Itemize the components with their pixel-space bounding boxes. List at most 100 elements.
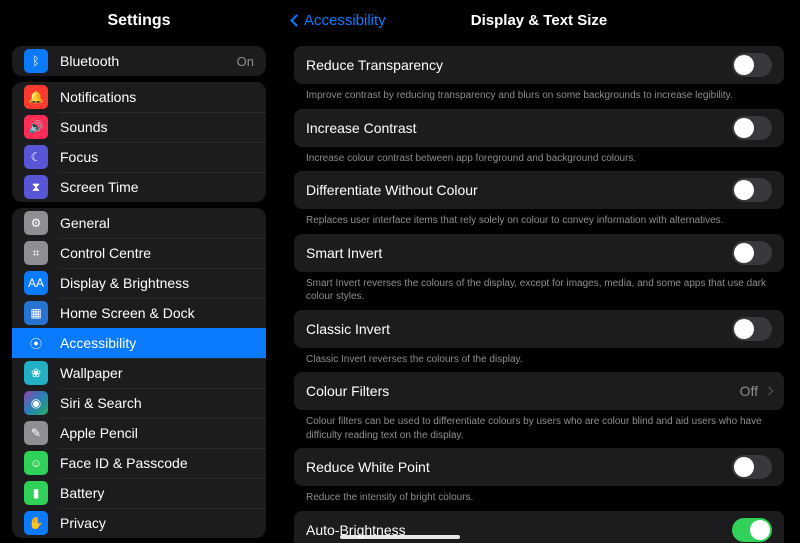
smart-invert-switch[interactable] xyxy=(732,241,772,265)
sidebar-item-general[interactable]: ⚙ General xyxy=(12,208,266,238)
general-icon: ⚙ xyxy=(24,211,48,235)
apple-pencil-icon: ✎ xyxy=(24,421,48,445)
privacy-icon: ✋ xyxy=(24,511,48,535)
auto-brightness-switch[interactable] xyxy=(732,518,772,542)
setting-group-reduce-transparency: Reduce Transparency Improve contrast by r… xyxy=(294,46,784,103)
sidebar-item-siri[interactable]: ◉ Siri & Search xyxy=(12,388,266,418)
sidebar-item-display-brightness[interactable]: AADisplay & Brightness xyxy=(12,268,266,298)
switch-knob xyxy=(734,118,754,138)
switch-knob xyxy=(734,243,754,263)
settings-sidebar: Settings ᛒ Bluetooth On 🔔 Notifications 🔊 Soun… xyxy=(0,0,278,543)
display-brightness-icon: AA xyxy=(24,271,48,295)
switch-knob xyxy=(734,55,754,75)
switch-knob xyxy=(734,180,754,200)
classic-invert-switch[interactable] xyxy=(732,317,772,341)
setting-description: Replaces user interface items that rely … xyxy=(294,209,784,228)
setting-group-increase-contrast: Increase Contrast Increase colour contras… xyxy=(294,109,784,166)
sidebar-item-label: Accessibility xyxy=(60,335,136,351)
setting-label: Classic Invert xyxy=(306,321,390,337)
chevron-right-icon xyxy=(765,387,773,395)
switch-knob xyxy=(734,319,754,339)
sidebar-item-wallpaper[interactable]: ❀ Wallpaper xyxy=(12,358,266,388)
sidebar-item-screen-time[interactable]: ⧗Screen Time xyxy=(12,172,266,202)
sidebar-item-bluetooth[interactable]: ᛒ Bluetooth On xyxy=(12,46,266,76)
setting-value: Off xyxy=(740,383,758,399)
notifications-icon: 🔔 xyxy=(24,85,48,109)
content-pane: Accessibility Display & Text Size Reduce… xyxy=(278,0,800,543)
setting-label: Differentiate Without Colour xyxy=(306,182,478,198)
setting-row-smart-invert: Smart Invert xyxy=(294,234,784,272)
sidebar-item-focus[interactable]: ☾ Focus xyxy=(12,142,266,172)
control-centre-icon: ⌗ xyxy=(24,241,48,265)
home-indicator[interactable] xyxy=(340,535,460,539)
reduce-transparency-switch[interactable] xyxy=(732,53,772,77)
sidebar-item-apple-pencil[interactable]: ✎ Apple Pencil xyxy=(12,418,266,448)
wallpaper-icon: ❀ xyxy=(24,361,48,385)
differentiate-without-colour-switch[interactable] xyxy=(732,178,772,202)
sidebar-item-label: Focus xyxy=(60,149,98,165)
content-header: Accessibility Display & Text Size xyxy=(278,0,800,40)
sidebar-item-label: Privacy xyxy=(60,515,106,531)
setting-group-differentiate-without-colour: Differentiate Without Colour Replaces use… xyxy=(294,171,784,228)
switch-knob xyxy=(750,520,770,540)
setting-row-reduce-white-point: Reduce White Point xyxy=(294,448,784,486)
switch-knob xyxy=(734,457,754,477)
sidebar-item-accessibility[interactable]: ⦿ Accessibility xyxy=(12,328,266,358)
sidebar-item-label: Battery xyxy=(60,485,104,501)
setting-label: Increase Contrast xyxy=(306,120,417,136)
sidebar-item-label: Home Screen & Dock xyxy=(60,305,195,321)
setting-label: Reduce Transparency xyxy=(306,57,443,73)
home-screen-icon: ▦ xyxy=(24,301,48,325)
sidebar-item-notifications[interactable]: 🔔 Notifications xyxy=(12,82,266,112)
setting-row-increase-contrast: Increase Contrast xyxy=(294,109,784,147)
content-body: Reduce Transparency Improve contrast by r… xyxy=(278,40,800,543)
setting-right: Off xyxy=(740,383,772,399)
content-title: Display & Text Size xyxy=(278,12,800,29)
sounds-icon: 🔊 xyxy=(24,115,48,139)
sidebar-group: 🔔 Notifications 🔊 Sounds ☾ Focus ⧗Screen Time xyxy=(12,82,266,202)
sidebar-item-battery[interactable]: ▮ Battery xyxy=(12,478,266,508)
sidebar-item-label: Apple Pencil xyxy=(60,425,138,441)
setting-row-colour-filters[interactable]: Colour Filters Off xyxy=(294,372,784,410)
face-id-icon: ☺ xyxy=(24,451,48,475)
sidebar-item-sounds[interactable]: 🔊 Sounds xyxy=(12,112,266,142)
sidebar-group: ⚙ General ⌗ Control Centre AADisplay & Brigh… xyxy=(12,208,266,538)
sidebar-group: ᛒ Bluetooth On xyxy=(12,46,266,76)
setting-label: Colour Filters xyxy=(306,383,389,399)
setting-description: Smart Invert reverses the colours of the… xyxy=(294,272,784,304)
sidebar-item-label: General xyxy=(60,215,110,231)
setting-group-classic-invert: Classic Invert Classic Invert reverses th… xyxy=(294,310,784,367)
focus-icon: ☾ xyxy=(24,145,48,169)
sidebar-item-label: Wallpaper xyxy=(60,365,123,381)
sidebar-item-label: Sounds xyxy=(60,119,107,135)
sidebar-item-face-id[interactable]: ☺ Face ID & Passcode xyxy=(12,448,266,478)
sidebar-item-value: On xyxy=(237,54,254,69)
bluetooth-icon: ᛒ xyxy=(24,49,48,73)
setting-description: Increase colour contrast between app for… xyxy=(294,147,784,166)
sidebar-item-privacy[interactable]: ✋ Privacy xyxy=(12,508,266,538)
reduce-white-point-switch[interactable] xyxy=(732,455,772,479)
setting-row-classic-invert: Classic Invert xyxy=(294,310,784,348)
siri-icon: ◉ xyxy=(24,391,48,415)
sidebar-title: Settings xyxy=(0,0,278,40)
setting-row-reduce-transparency: Reduce Transparency xyxy=(294,46,784,84)
setting-label: Smart Invert xyxy=(306,245,382,261)
setting-group-smart-invert: Smart Invert Smart Invert reverses the co… xyxy=(294,234,784,304)
accessibility-icon: ⦿ xyxy=(24,331,48,355)
setting-group-colour-filters: Colour Filters Off Colour filters can be u… xyxy=(294,372,784,442)
setting-description: Classic Invert reverses the colours of t… xyxy=(294,348,784,367)
sidebar-item-label: Notifications xyxy=(60,89,136,105)
sidebar-item-control-centre[interactable]: ⌗ Control Centre xyxy=(12,238,266,268)
sidebar-item-label: Control Centre xyxy=(60,245,151,261)
screen-time-icon: ⧗ xyxy=(24,175,48,199)
sidebar-item-label: Bluetooth xyxy=(60,53,119,69)
increase-contrast-switch[interactable] xyxy=(732,116,772,140)
sidebar-item-label: Siri & Search xyxy=(60,395,142,411)
setting-label: Reduce White Point xyxy=(306,459,430,475)
setting-description: Colour filters can be used to differenti… xyxy=(294,410,784,442)
setting-group-reduce-white-point: Reduce White PointReduce the intensity o… xyxy=(294,448,784,505)
sidebar-item-home-screen[interactable]: ▦ Home Screen & Dock xyxy=(12,298,266,328)
sidebar-item-label: Face ID & Passcode xyxy=(60,455,188,471)
setting-description: Improve contrast by reducing transparenc… xyxy=(294,84,784,103)
battery-icon: ▮ xyxy=(24,481,48,505)
